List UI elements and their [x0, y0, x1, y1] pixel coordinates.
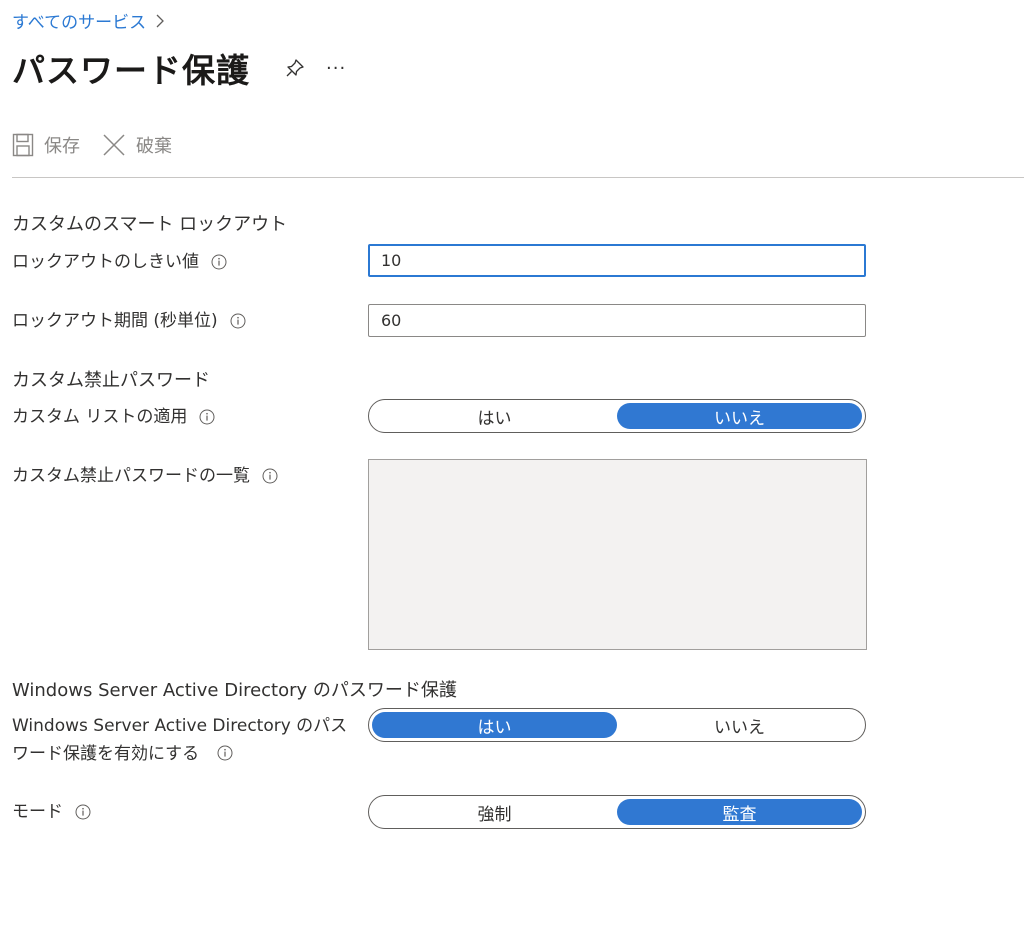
ad-protection-heading: Windows Server Active Directory のパスワード保護 — [12, 680, 457, 701]
close-icon — [103, 134, 125, 156]
info-icon[interactable] — [211, 254, 227, 270]
toolbar: 保存 破棄 — [12, 132, 194, 158]
mode-label-row: モード — [12, 798, 91, 826]
discard-button-label: 破棄 — [136, 136, 172, 157]
info-icon[interactable] — [199, 409, 215, 425]
ad-enable-label-row: Windows Server Active Directory のパスワード保護… — [12, 712, 352, 768]
mode-audit[interactable]: 監査 — [617, 799, 862, 825]
info-icon[interactable] — [262, 468, 278, 484]
ad-enable-yes[interactable]: はい — [372, 712, 617, 738]
info-icon[interactable] — [217, 745, 233, 761]
discard-button[interactable]: 破棄 — [102, 132, 172, 158]
lockout-threshold-label: ロックアウトのしきい値 — [12, 252, 199, 272]
page-title: パスワード保護 — [12, 51, 250, 90]
breadcrumb-all-services-link[interactable]: すべてのサービス — [12, 8, 146, 33]
pin-icon[interactable] — [284, 57, 306, 79]
enforce-custom-list-label: カスタム リストの適用 — [12, 407, 188, 427]
save-button-label: 保存 — [44, 136, 80, 157]
enforce-custom-list-label-row: カスタム リストの適用 — [12, 403, 215, 431]
enforce-custom-list-yes[interactable]: はい — [372, 403, 617, 429]
lockout-duration-input[interactable] — [368, 304, 866, 337]
save-icon — [12, 133, 34, 157]
toolbar-divider — [12, 177, 1024, 178]
lockout-threshold-input[interactable] — [368, 244, 866, 277]
title-row: パスワード保護 ··· — [12, 44, 346, 92]
password-protection-page: すべてのサービス パスワード保護 ··· 保存 破棄 カスタムのスマート ロック… — [0, 0, 1024, 933]
more-options-icon[interactable]: ··· — [326, 58, 346, 79]
mode-label: モード — [12, 802, 63, 822]
lockout-duration-label-row: ロックアウト期間 (秒単位) — [12, 307, 246, 335]
lockout-duration-label: ロックアウト期間 (秒単位) — [12, 311, 218, 331]
smart-lockout-heading: カスタムのスマート ロックアウト — [12, 214, 288, 235]
custom-banned-heading: カスタム禁止パスワード — [12, 370, 210, 391]
ad-enable-toggle: はい いいえ — [368, 708, 866, 742]
save-button[interactable]: 保存 — [12, 132, 80, 158]
lockout-threshold-label-row: ロックアウトのしきい値 — [12, 248, 227, 276]
ad-enable-label: Windows Server Active Directory のパスワード保護… — [12, 716, 348, 764]
banned-list-label-row: カスタム禁止パスワードの一覧 — [12, 462, 278, 490]
enforce-custom-list-toggle: はい いいえ — [368, 399, 866, 433]
banned-list-textarea[interactable] — [368, 459, 867, 650]
banned-list-label: カスタム禁止パスワードの一覧 — [12, 466, 250, 486]
info-icon[interactable] — [75, 804, 91, 820]
breadcrumb: すべてのサービス — [12, 8, 166, 33]
mode-toggle: 強制 監査 — [368, 795, 866, 829]
ad-enable-no[interactable]: いいえ — [617, 712, 862, 738]
chevron-right-icon — [156, 14, 165, 27]
mode-enforced[interactable]: 強制 — [372, 799, 617, 825]
enforce-custom-list-no[interactable]: いいえ — [617, 403, 862, 429]
info-icon[interactable] — [230, 313, 246, 329]
